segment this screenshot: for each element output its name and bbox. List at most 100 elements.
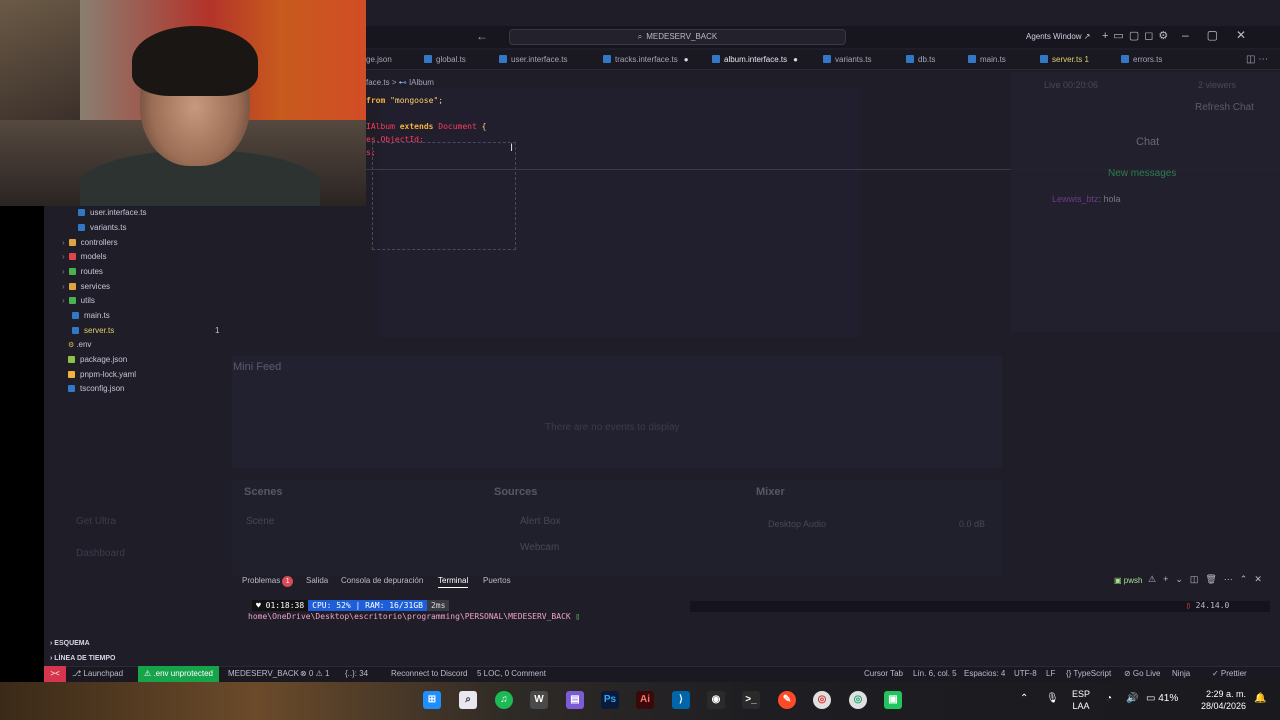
- chat-message: Lewwis_btz: hola: [1052, 194, 1121, 204]
- env-warning[interactable]: ⚠ .env unprotected: [138, 666, 219, 682]
- problems-indicator[interactable]: ⊗ 0 ⚠ 1: [300, 669, 329, 678]
- wifi-icon[interactable]: ◔: [1106, 693, 1112, 704]
- list-item[interactable]: › controllers: [62, 238, 118, 247]
- tab-errors[interactable]: errors.ts: [1121, 55, 1162, 64]
- folder-icon: [68, 239, 76, 246]
- windows-start-icon[interactable]: ⊞: [423, 691, 441, 709]
- panel-action-icons[interactable]: ⚠+⌄◫🗑⋯⌃✕: [1148, 574, 1269, 585]
- window-controls[interactable]: –▢✕: [1182, 28, 1264, 42]
- volume-icon[interactable]: 🔊: [1126, 693, 1138, 704]
- list-item[interactable]: pnpm-lock.yaml: [68, 370, 136, 379]
- tab-debug-console[interactable]: Consola de depuración: [341, 576, 423, 585]
- terminal-taskbar-icon[interactable]: >_: [742, 691, 760, 709]
- list-item[interactable]: server.ts 1: [72, 326, 219, 335]
- mini-feed-empty: There are no events to display: [545, 422, 680, 433]
- mixer-db: 0.0 dB: [959, 519, 986, 529]
- scenes-title: Scenes: [244, 486, 283, 498]
- tab-db[interactable]: db.ts: [906, 55, 935, 64]
- tab-server[interactable]: server.ts 1: [1040, 55, 1089, 64]
- code-line: s;: [366, 148, 376, 157]
- tray-overflow-icon[interactable]: ⌃: [1020, 693, 1028, 704]
- end-of-line[interactable]: LF: [1046, 669, 1055, 678]
- terminal-path[interactable]: home\OneDrive\Desktop\escritorio\program…: [248, 612, 580, 621]
- mini-feed-title: Mini Feed: [233, 361, 282, 373]
- indentation[interactable]: Espacios: 4: [964, 669, 1005, 678]
- tab-tracks-interface[interactable]: tracks.interface.ts ●: [603, 55, 689, 64]
- encoding[interactable]: UTF-8: [1014, 669, 1037, 678]
- tab-ports[interactable]: Puertos: [483, 576, 511, 585]
- remote-indicator[interactable]: ><: [44, 666, 66, 682]
- launchpad-icon: ⎇: [72, 669, 84, 678]
- refresh-chat-button[interactable]: Refresh Chat: [1195, 102, 1254, 113]
- discord-reconnect[interactable]: Reconnect to Discord: [391, 669, 467, 678]
- photoshop-icon[interactable]: Ps: [601, 691, 619, 709]
- terminal-shell-selector[interactable]: ▣ pwsh: [1114, 576, 1142, 585]
- back-arrow-icon[interactable]: ←: [476, 29, 488, 43]
- timeline-section[interactable]: › LÍNEA DE TIEMPO: [50, 655, 115, 662]
- microphone-icon[interactable]: 🎙: [1046, 693, 1059, 704]
- scene-item[interactable]: Scene: [246, 516, 274, 527]
- webcam-overlay: [0, 0, 366, 206]
- list-item[interactable]: › services: [62, 282, 110, 291]
- chrome-profile-icon[interactable]: ◎: [849, 691, 867, 709]
- prettier-indicator[interactable]: ✓ Prettier: [1212, 669, 1247, 678]
- taskbar-clock[interactable]: 2:29 a. m. 28/04/2026: [1196, 688, 1246, 712]
- dashboard-link[interactable]: Dashboard: [76, 548, 125, 559]
- search-taskbar-icon[interactable]: ⌕: [459, 691, 477, 709]
- list-item[interactable]: tsconfig.json: [68, 384, 124, 393]
- vscode-icon[interactable]: ⟩: [672, 691, 690, 709]
- breadcrumb-file[interactable]: face.ts: [366, 78, 390, 87]
- list-item[interactable]: › utils: [62, 296, 95, 305]
- tab-terminal[interactable]: Terminal: [438, 576, 469, 588]
- battery-indicator[interactable]: ▭ 41%: [1146, 693, 1178, 704]
- list-item[interactable]: variants.ts: [78, 223, 126, 232]
- launchpad-button[interactable]: ⎇ Launchpad: [72, 669, 123, 678]
- cursor-position[interactable]: Lín. 6, col. 5: [913, 669, 957, 678]
- ninja-indicator[interactable]: Ninja: [1172, 669, 1190, 678]
- chrome-icon[interactable]: ◎: [813, 691, 831, 709]
- cursor-tab[interactable]: Cursor Tab: [864, 669, 903, 678]
- spotify-icon[interactable]: ♫: [495, 691, 513, 709]
- source-item[interactable]: Webcam: [520, 542, 559, 553]
- list-item[interactable]: › routes: [62, 267, 103, 276]
- typescript-icon: [1040, 55, 1048, 63]
- agents-window-button[interactable]: Agents Window ↗: [1026, 32, 1091, 41]
- tab-album-interface[interactable]: album.interface.ts ●: [712, 55, 798, 64]
- files-icon[interactable]: ▤: [566, 691, 584, 709]
- tab-global-ts[interactable]: global.ts: [424, 55, 466, 64]
- go-live-button[interactable]: ⊘ Go Live: [1124, 669, 1161, 678]
- streamlabs-icon[interactable]: ▣: [884, 691, 902, 709]
- tab-variants[interactable]: variants.ts: [823, 55, 871, 64]
- list-item[interactable]: main.ts: [72, 311, 110, 320]
- tab-ge-json[interactable]: ge.json: [366, 55, 392, 64]
- outline-section[interactable]: › ESQUEMA: [50, 640, 90, 647]
- code-line: es.ObjectId;: [366, 135, 424, 144]
- project-name[interactable]: MEDESERV_BACK: [228, 669, 299, 678]
- tab-output[interactable]: Salida: [306, 576, 328, 585]
- breadcrumb-symbol[interactable]: IAlbum: [409, 78, 434, 87]
- tab-problems[interactable]: Problemas 1: [242, 576, 294, 587]
- tab-user-interface[interactable]: user.interface.ts: [499, 55, 567, 64]
- illustrator-icon[interactable]: Ai: [636, 691, 654, 709]
- chat-username: Lewwis_btz: [1052, 194, 1099, 204]
- postman-icon[interactable]: ✎: [778, 691, 796, 709]
- split-editor-icon[interactable]: ◫ ⋯: [1246, 54, 1268, 65]
- source-item[interactable]: Alert Box: [520, 516, 561, 527]
- command-center[interactable]: ⌕ MEDESERV_BACK: [509, 29, 846, 45]
- typescript-icon: [603, 55, 611, 63]
- list-item[interactable]: ⚙ .env: [68, 340, 91, 349]
- code-editor[interactable]: from "mongoose"; IAlbum extends Document…: [366, 94, 486, 159]
- layout-icons[interactable]: +▭▢◻⚙: [1102, 29, 1173, 42]
- tab-main[interactable]: main.ts: [968, 55, 1006, 64]
- list-item[interactable]: package.json: [68, 355, 127, 364]
- keyboard-language[interactable]: ESP LAA: [1072, 688, 1090, 712]
- list-item[interactable]: user.interface.ts: [78, 208, 146, 217]
- notifications-icon[interactable]: 🔔: [1254, 693, 1266, 704]
- app-w-icon[interactable]: W: [530, 691, 548, 709]
- language-mode[interactable]: {} TypeScript: [1066, 669, 1111, 678]
- list-item[interactable]: › models: [62, 252, 106, 261]
- typescript-icon: [906, 55, 914, 63]
- folder-icon: [68, 268, 76, 275]
- get-ultra-link[interactable]: Get Ultra: [76, 516, 116, 527]
- obs-icon[interactable]: ◉: [707, 691, 725, 709]
